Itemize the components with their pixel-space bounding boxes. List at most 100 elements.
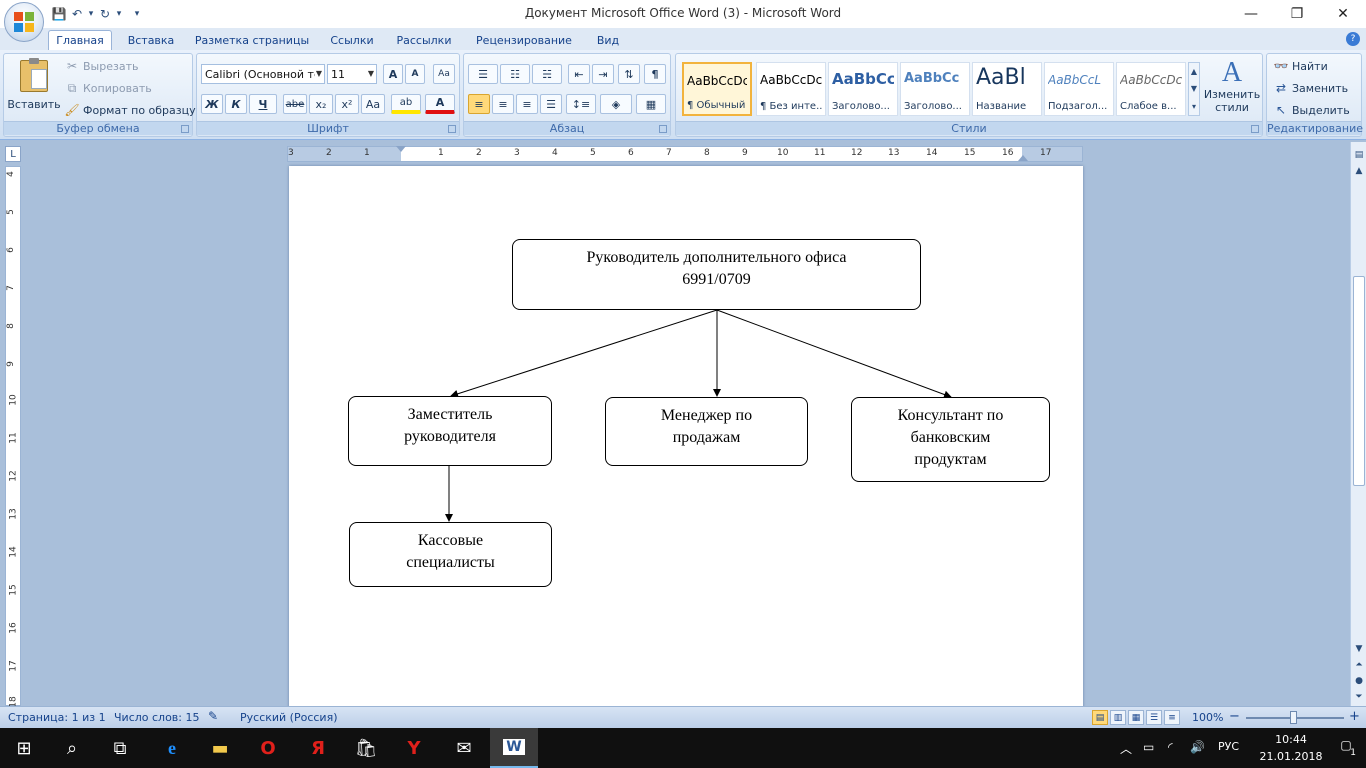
style-title[interactable]: AaBl Название (972, 62, 1042, 116)
tab-references[interactable]: Ссылки (322, 30, 382, 50)
font-launcher-icon[interactable] (448, 125, 456, 133)
language-indicator[interactable]: Русский (Россия) (240, 711, 338, 724)
vertical-ruler[interactable]: 4 5 6 7 8 9 10 11 12 13 14 15 16 17 18 (5, 166, 21, 706)
input-language[interactable]: РУС (1218, 740, 1239, 753)
decrease-indent-button[interactable]: ⇤ (568, 64, 590, 84)
draft-view-icon[interactable]: ≡ (1164, 710, 1180, 725)
tab-mailings[interactable]: Рассылки (392, 30, 456, 50)
org-box-consultant[interactable]: Консультант по банковским продуктам (851, 397, 1050, 482)
tab-home[interactable]: Главная (48, 30, 112, 50)
style-subtle-emphasis[interactable]: AaBbCcDc Слабое в... (1116, 62, 1186, 116)
chevron-up-icon[interactable]: ▲ (1191, 67, 1197, 76)
style-normal[interactable]: AaBbCcDc ¶ Обычный (682, 62, 752, 116)
justify-button[interactable]: ☰ (540, 94, 562, 114)
style-heading-1[interactable]: AaBbCc Заголово... (828, 62, 898, 116)
chevron-down-icon[interactable]: ▼ (1191, 84, 1197, 93)
wifi-icon[interactable]: ◜ (1168, 740, 1173, 754)
shading-button[interactable]: ◈ (600, 94, 632, 114)
borders-button[interactable]: ▦ (636, 94, 666, 114)
show-formatting-button[interactable]: ¶ (644, 64, 666, 84)
paragraph-launcher-icon[interactable] (659, 125, 667, 133)
styles-launcher-icon[interactable] (1251, 125, 1259, 133)
tab-review[interactable]: Рецензирование (466, 30, 582, 50)
show-hidden-icons-icon[interactable]: ︿ (1120, 740, 1132, 757)
first-line-indent-marker[interactable] (396, 146, 406, 152)
edge-browser-icon[interactable]: e (148, 728, 196, 768)
zoom-slider-thumb[interactable] (1290, 711, 1297, 724)
tab-selector-icon[interactable]: L (5, 146, 21, 162)
word-count[interactable]: Число слов: 15 (114, 711, 200, 724)
page-count[interactable]: Страница: 1 из 1 (8, 711, 106, 724)
office-button[interactable] (4, 2, 44, 42)
style-heading-2[interactable]: AaBbCc Заголово... (900, 62, 970, 116)
search-icon[interactable]: ⌕ (48, 728, 96, 768)
previous-page-icon[interactable]: ⏶ (1352, 658, 1366, 672)
change-styles-button[interactable]: A Изменить стили (1204, 58, 1260, 118)
org-box-root[interactable]: Руководитель дополнительного офиса 6991/… (512, 239, 921, 310)
print-layout-view-icon[interactable]: ▤ (1092, 710, 1108, 725)
restore-button[interactable]: ❐ (1274, 0, 1320, 28)
start-windows-icon[interactable]: ⊞ (0, 728, 48, 768)
numbering-button[interactable]: ☷ (500, 64, 530, 84)
task-view-icon[interactable]: ⧉ (96, 728, 144, 768)
zoom-in-button[interactable]: + (1349, 709, 1360, 724)
zoom-out-button[interactable]: − (1229, 709, 1240, 724)
italic-button[interactable]: К (225, 94, 247, 114)
tab-insert[interactable]: Вставка (120, 30, 182, 50)
volume-icon[interactable]: 🔊 (1190, 740, 1205, 754)
clock[interactable]: 10:44 21.01.2018 (1256, 731, 1326, 765)
strikethrough-button[interactable]: abe (283, 94, 307, 114)
vertical-scrollbar[interactable]: ▤ ▲ ▼ ⏶ ● ⏷ (1350, 142, 1366, 706)
more-icon[interactable]: ▾ (1192, 102, 1196, 111)
subscript-button[interactable]: x₂ (309, 94, 333, 114)
underline-button[interactable]: Ч (249, 94, 277, 114)
styles-gallery-scroll[interactable]: ▲ ▼ ▾ (1188, 62, 1200, 116)
align-right-button[interactable]: ≡ (516, 94, 538, 114)
next-page-icon[interactable]: ⏷ (1352, 690, 1366, 704)
multilevel-list-button[interactable]: ☵ (532, 64, 562, 84)
shrink-font-button[interactable]: A (405, 64, 425, 84)
font-size-combo[interactable]: 11 ▼ (327, 64, 377, 84)
org-box-cashiers[interactable]: Кассовые специалисты (349, 522, 552, 587)
format-painter-button[interactable]: 🖌 Формат по образцу (64, 102, 195, 118)
scroll-down-icon[interactable]: ▼ (1352, 642, 1366, 656)
cut-button[interactable]: ✂ Вырезать (64, 58, 139, 74)
zoom-level[interactable]: 100% (1192, 711, 1223, 724)
superscript-button[interactable]: x² (335, 94, 359, 114)
org-box-deputy[interactable]: Заместитель руководителя (348, 396, 552, 466)
yandex-icon[interactable]: Я (294, 728, 342, 768)
org-box-sales-manager[interactable]: Менеджер по продажам (605, 397, 808, 466)
spellcheck-icon[interactable]: ✎ (208, 709, 218, 723)
word-app-icon[interactable]: W (490, 728, 538, 768)
help-icon[interactable]: ? (1346, 32, 1360, 46)
scroll-up-icon[interactable]: ▲ (1352, 164, 1366, 178)
tab-page-layout[interactable]: Разметка страницы (192, 30, 312, 50)
grow-font-button[interactable]: A (383, 64, 403, 84)
clipboard-launcher-icon[interactable] (181, 125, 189, 133)
minimize-button[interactable]: — (1228, 0, 1274, 28)
copy-button[interactable]: ⧉ Копировать (64, 80, 152, 96)
style-subtitle[interactable]: AaBbCcL Подзагол... (1044, 62, 1114, 116)
right-indent-marker[interactable] (1018, 155, 1028, 161)
outline-view-icon[interactable]: ☰ (1146, 710, 1162, 725)
increase-indent-button[interactable]: ⇥ (592, 64, 614, 84)
store-icon[interactable]: 🛍 (342, 728, 390, 768)
action-center-icon[interactable]: ▢ 1 (1336, 738, 1356, 758)
paste-button[interactable]: Вставить (7, 58, 61, 118)
opera-icon[interactable]: O (244, 728, 292, 768)
mail-icon[interactable]: ✉ (440, 728, 488, 768)
replace-button[interactable]: ⇄ Заменить (1273, 80, 1348, 96)
yandex-browser-icon[interactable]: Y (390, 728, 438, 768)
battery-icon[interactable]: ▭ (1143, 740, 1154, 754)
find-button[interactable]: 👓 Найти (1273, 58, 1328, 74)
bold-button[interactable]: Ж (201, 94, 223, 114)
ruler-toggle-icon[interactable]: ▤ (1352, 148, 1366, 162)
align-center-button[interactable]: ≡ (492, 94, 514, 114)
scroll-thumb[interactable] (1353, 276, 1365, 486)
select-button[interactable]: ↖ Выделить (1273, 102, 1350, 118)
highlight-button[interactable]: ab (391, 94, 421, 114)
line-spacing-button[interactable]: ↕≡ (566, 94, 596, 114)
browse-object-icon[interactable]: ● (1352, 674, 1366, 688)
close-button[interactable]: ✕ (1320, 0, 1366, 28)
clear-format-button[interactable]: Aa (433, 64, 455, 84)
